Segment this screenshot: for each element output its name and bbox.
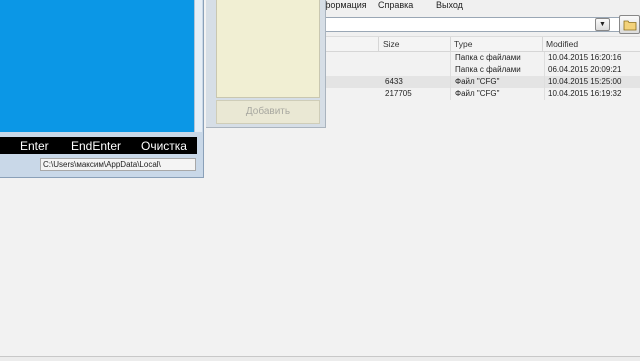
file-row[interactable]: 217705 Файл "CFG" 10.04.2015 16:19:32 — [318, 88, 640, 100]
cell-separator — [450, 76, 451, 88]
console-window: : Enter EndEnter Очистка C:\Users\максим… — [0, 0, 204, 178]
cell-separator — [544, 52, 545, 64]
row-type: Файл "CFG" — [455, 89, 499, 98]
key-clear[interactable]: Очистка — [141, 139, 187, 153]
column-header-modified[interactable]: Modified — [546, 39, 578, 49]
menu-item-help[interactable]: Справка — [378, 0, 413, 10]
file-row[interactable]: Папка с файлами 10.04.2015 16:20:16 — [318, 52, 640, 64]
menu-item-exit[interactable]: Выход — [436, 0, 463, 10]
path-bar: ▼ — [318, 14, 640, 37]
path-label: C:\Users\максим\AppData\Local\ — [40, 158, 196, 171]
menu-bar: нформация Справка Выход — [318, 0, 640, 14]
column-separator — [450, 37, 451, 51]
cell-separator — [450, 88, 451, 100]
chevron-down-icon: ▼ — [599, 21, 606, 28]
column-header-size[interactable]: Size — [383, 39, 400, 49]
key-enter[interactable]: Enter — [20, 139, 49, 153]
file-row-selected[interactable]: 6433 Файл "CFG" 10.04.2015 15:25:00 — [318, 76, 640, 88]
row-type: Папка с файлами — [455, 53, 521, 62]
column-separator — [542, 37, 543, 51]
cell-separator — [544, 76, 545, 88]
status-bar — [0, 356, 640, 361]
column-separator — [378, 37, 379, 51]
column-header-type[interactable]: Type — [454, 39, 472, 49]
key-endenter[interactable]: EndEnter — [71, 139, 121, 153]
cell-separator — [450, 64, 451, 76]
row-modified: 10.04.2015 16:20:16 — [548, 53, 621, 62]
row-size: 217705 — [385, 89, 412, 98]
cell-separator — [450, 52, 451, 64]
file-list: Папка с файлами 10.04.2015 16:20:16 Папк… — [318, 52, 640, 100]
row-size: 6433 — [385, 77, 403, 86]
row-modified: 10.04.2015 15:25:00 — [548, 77, 621, 86]
row-modified: 10.04.2015 16:19:32 — [548, 89, 621, 98]
key-bar: : Enter EndEnter Очистка — [0, 137, 197, 154]
file-list-empty-area[interactable] — [318, 104, 640, 358]
path-dropdown-button[interactable]: ▼ — [595, 18, 610, 31]
browse-folder-button[interactable] — [619, 15, 640, 34]
path-input[interactable] — [320, 17, 633, 32]
row-modified: 06.04.2015 20:09:21 — [548, 65, 621, 74]
console-output[interactable] — [0, 0, 194, 132]
file-row[interactable]: Папка с файлами 06.04.2015 20:09:21 — [318, 64, 640, 76]
row-type: Файл "CFG" — [455, 77, 499, 86]
row-type: Папка с файлами — [455, 65, 521, 74]
cell-separator — [544, 64, 545, 76]
add-panel: Добавить — [206, 0, 326, 128]
add-button[interactable]: Добавить — [216, 100, 320, 124]
file-list-header: Size Type Modified — [318, 37, 640, 52]
console-scrollbar[interactable] — [194, 0, 202, 132]
add-text-area[interactable] — [216, 0, 320, 98]
folder-icon — [623, 19, 637, 31]
cell-separator — [544, 88, 545, 100]
